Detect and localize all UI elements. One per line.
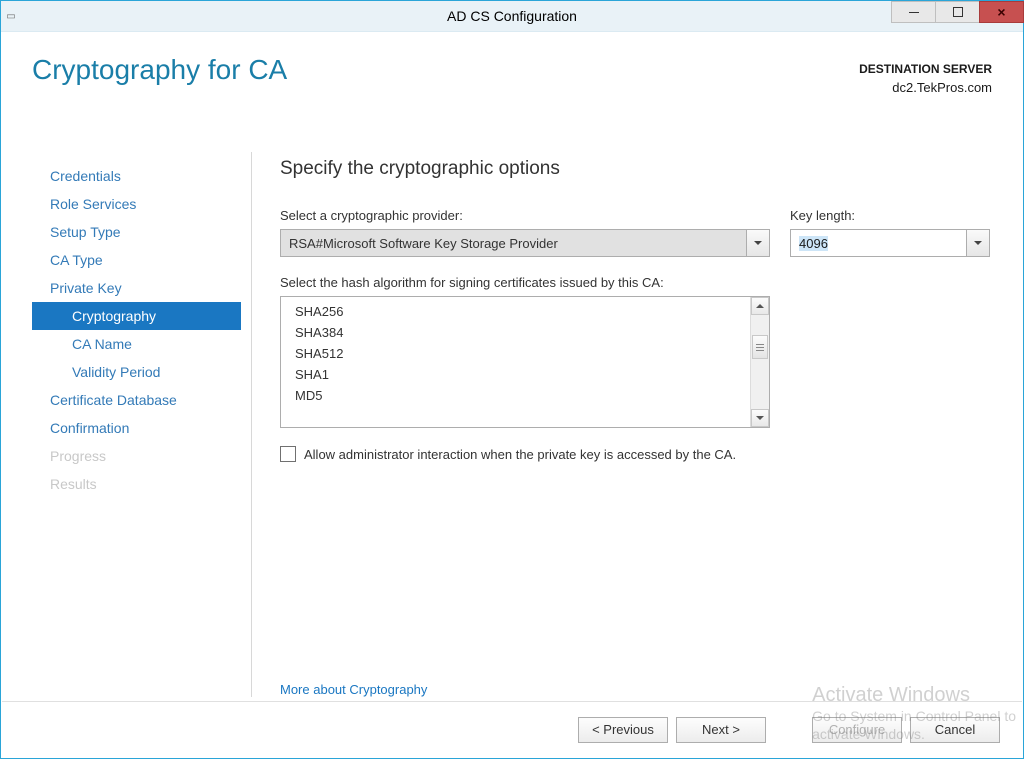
- nav-item-credentials[interactable]: Credentials: [32, 162, 241, 190]
- window-controls: ×: [891, 1, 1023, 31]
- header: Cryptography for CA DESTINATION SERVER d…: [2, 32, 1022, 122]
- nav-item-ca-type[interactable]: CA Type: [32, 246, 241, 274]
- minimize-button[interactable]: [891, 1, 936, 23]
- admin-interaction-checkbox[interactable]: [280, 446, 296, 462]
- hash-option-md5[interactable]: MD5: [281, 385, 750, 406]
- admin-interaction-row: Allow administrator interaction when the…: [280, 446, 1002, 462]
- scroll-thumb[interactable]: [752, 335, 768, 359]
- hash-option-sha512[interactable]: SHA512: [281, 343, 750, 364]
- nav-item-confirmation[interactable]: Confirmation: [32, 414, 241, 442]
- destination-value: dc2.TekPros.com: [859, 76, 992, 95]
- nav-item-certificate-database[interactable]: Certificate Database: [32, 386, 241, 414]
- window: ▭ AD CS Configuration × Cryptography for…: [0, 0, 1024, 759]
- previous-button[interactable]: < Previous: [578, 717, 668, 743]
- hash-option-sha256[interactable]: SHA256: [281, 301, 750, 322]
- hash-items: SHA256SHA384SHA512SHA1MD5: [281, 297, 750, 427]
- cancel-button[interactable]: Cancel: [910, 717, 1000, 743]
- next-button[interactable]: Next >: [676, 717, 766, 743]
- keylength-label: Key length:: [790, 208, 990, 223]
- keylength-value: 4096: [791, 230, 966, 256]
- configure-button[interactable]: Configure: [812, 717, 902, 743]
- system-icon: ▭: [1, 11, 21, 22]
- provider-row: Select a cryptographic provider: RSA#Mic…: [280, 208, 1002, 257]
- wizard-footer: < Previous Next > Configure Cancel: [2, 701, 1022, 757]
- provider-field: Select a cryptographic provider: RSA#Mic…: [280, 208, 770, 257]
- keylength-field: Key length: 4096: [790, 208, 990, 257]
- scroll-up-button[interactable]: [751, 297, 769, 315]
- nav-item-progress: Progress: [32, 442, 241, 470]
- nav-item-validity-period[interactable]: Validity Period: [32, 358, 241, 386]
- hash-label: Select the hash algorithm for signing ce…: [280, 275, 770, 290]
- main-panel: Specify the cryptographic options Select…: [252, 152, 1002, 697]
- wizard-sidebar: CredentialsRole ServicesSetup TypeCA Typ…: [32, 152, 252, 697]
- more-about-link[interactable]: More about Cryptography: [280, 682, 427, 697]
- nav-item-cryptography[interactable]: Cryptography: [32, 302, 241, 330]
- hash-field: Select the hash algorithm for signing ce…: [280, 275, 770, 428]
- maximize-button[interactable]: [935, 1, 980, 23]
- nav-item-ca-name[interactable]: CA Name: [32, 330, 241, 358]
- chevron-down-icon: [966, 230, 989, 256]
- destination-label: DESTINATION SERVER: [859, 62, 992, 76]
- chevron-down-icon: [746, 230, 769, 256]
- provider-value: RSA#Microsoft Software Key Storage Provi…: [281, 230, 746, 256]
- provider-dropdown[interactable]: RSA#Microsoft Software Key Storage Provi…: [280, 229, 770, 257]
- hash-option-sha384[interactable]: SHA384: [281, 322, 750, 343]
- scrollbar[interactable]: [750, 297, 769, 427]
- close-button[interactable]: ×: [979, 1, 1024, 23]
- admin-interaction-label: Allow administrator interaction when the…: [304, 447, 736, 462]
- scroll-track[interactable]: [751, 315, 769, 409]
- destination-server: DESTINATION SERVER dc2.TekPros.com: [859, 54, 992, 95]
- section-title: Specify the cryptographic options: [280, 158, 1002, 180]
- titlebar: ▭ AD CS Configuration ×: [1, 1, 1023, 32]
- scroll-down-button[interactable]: [751, 409, 769, 427]
- keylength-dropdown[interactable]: 4096: [790, 229, 990, 257]
- page-title: Cryptography for CA: [32, 54, 287, 86]
- window-title: AD CS Configuration: [1, 8, 1023, 24]
- provider-label: Select a cryptographic provider:: [280, 208, 770, 223]
- hash-option-sha1[interactable]: SHA1: [281, 364, 750, 385]
- content: CredentialsRole ServicesSetup TypeCA Typ…: [32, 152, 1002, 697]
- nav-item-private-key[interactable]: Private Key: [32, 274, 241, 302]
- nav-item-setup-type[interactable]: Setup Type: [32, 218, 241, 246]
- window-body: Cryptography for CA DESTINATION SERVER d…: [2, 32, 1022, 757]
- hash-listbox[interactable]: SHA256SHA384SHA512SHA1MD5: [280, 296, 770, 428]
- nav-item-results: Results: [32, 470, 241, 498]
- nav-item-role-services[interactable]: Role Services: [32, 190, 241, 218]
